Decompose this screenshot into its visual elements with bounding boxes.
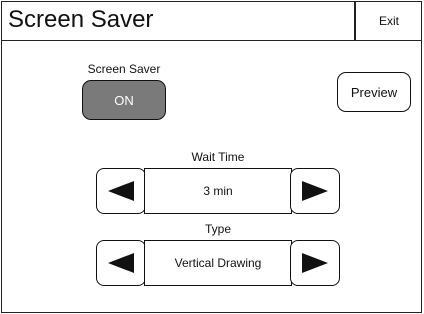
left-arrow-icon xyxy=(108,253,134,273)
wait-time-increment-button[interactable] xyxy=(290,168,340,214)
type-label: Type xyxy=(204,222,231,236)
screen-saver-toggle-button[interactable]: ON xyxy=(82,80,166,120)
right-arrow-icon xyxy=(302,253,328,273)
right-arrow-icon xyxy=(302,181,328,201)
exit-button[interactable]: Exit xyxy=(356,2,422,40)
type-value: Vertical Drawing xyxy=(144,240,292,286)
type-increment-button[interactable] xyxy=(290,240,340,286)
wait-time-value: 3 min xyxy=(144,168,292,214)
wait-time-stepper: 3 min xyxy=(96,168,340,214)
wait-time-label: Wait Time xyxy=(191,150,245,164)
wait-time-decrement-button[interactable] xyxy=(96,168,146,214)
left-arrow-icon xyxy=(108,181,134,201)
screen-saver-label: Screen Saver xyxy=(87,62,161,76)
page-title: Screen Saver xyxy=(8,6,154,33)
type-stepper: Vertical Drawing xyxy=(96,240,340,286)
preview-button[interactable]: Preview xyxy=(337,72,411,112)
type-decrement-button[interactable] xyxy=(96,240,146,286)
title-bar: Screen Saver Exit xyxy=(2,2,421,41)
